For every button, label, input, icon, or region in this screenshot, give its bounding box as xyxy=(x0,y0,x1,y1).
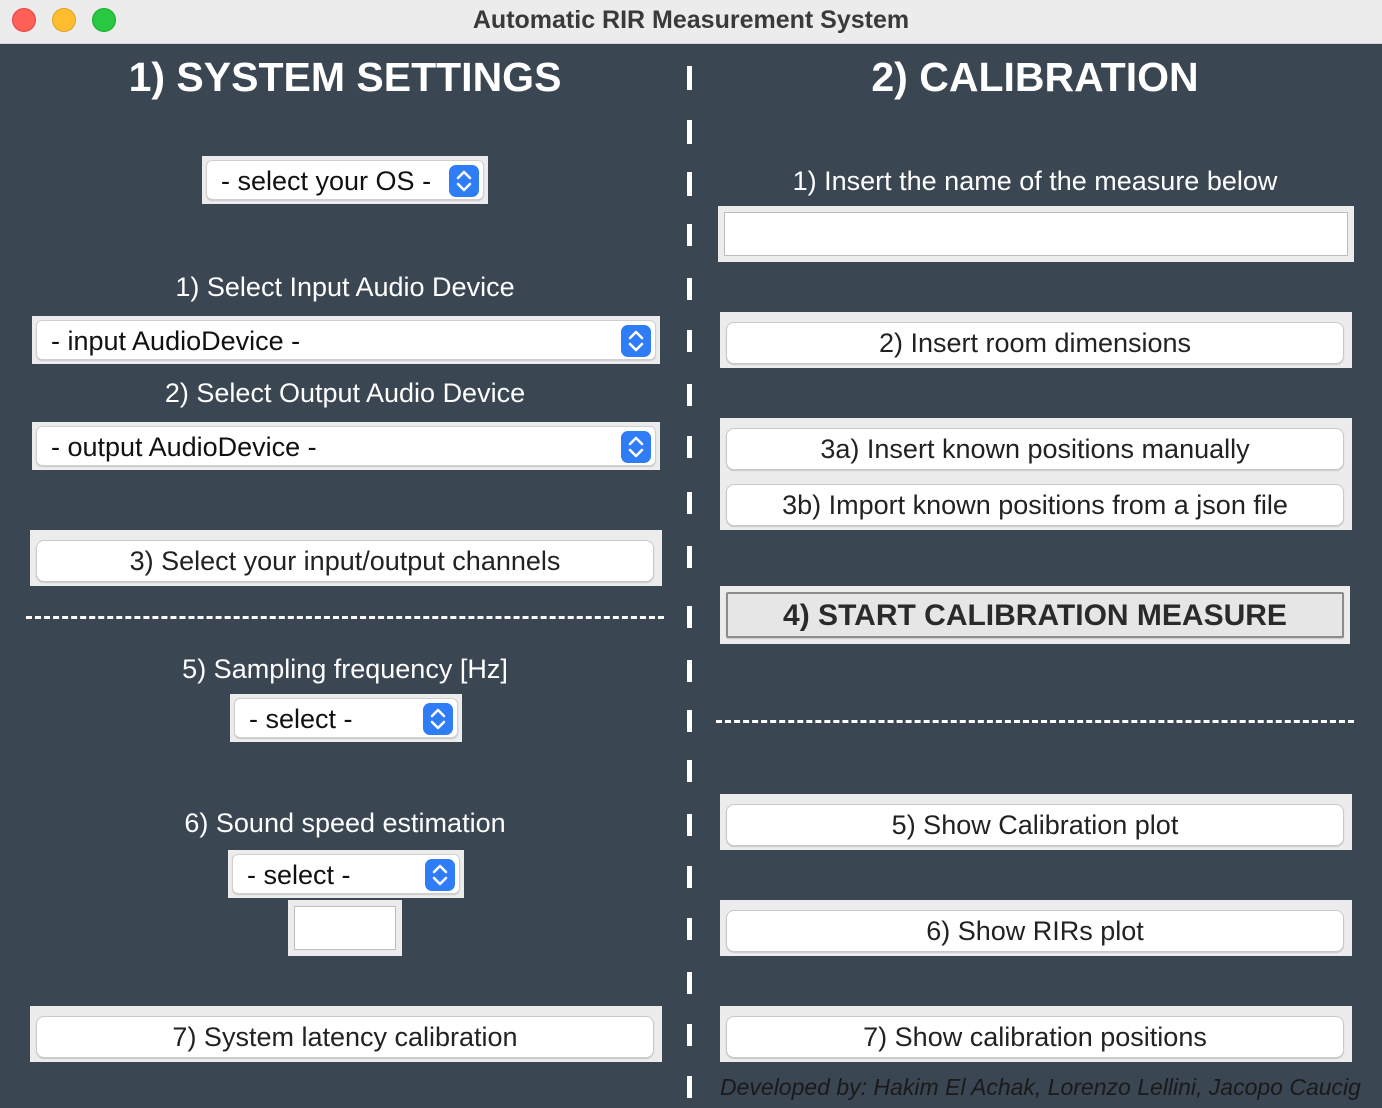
chevron-updown-icon xyxy=(621,325,651,357)
manual-positions-button[interactable]: 3a) Insert known positions manually xyxy=(726,428,1344,470)
sampling-frequency-label: 5) Sampling frequency [Hz] xyxy=(182,654,508,684)
rirs-plot-button[interactable]: 6) Show RIRs plot xyxy=(726,910,1344,952)
input-device-label: 1) Select Input Audio Device xyxy=(175,272,515,302)
chevron-updown-icon xyxy=(423,703,453,735)
latency-calibration-button[interactable]: 7) System latency calibration xyxy=(36,1016,654,1058)
sound-speed-field-frame xyxy=(288,900,402,956)
room-dimensions-button[interactable]: 2) Insert room dimensions xyxy=(726,322,1344,364)
channels-frame: 3) Select your input/output channels xyxy=(30,530,662,586)
right-separator xyxy=(716,720,1354,723)
output-device-frame: - output AudioDevice - xyxy=(32,422,660,470)
rirs-plot-frame: 6) Show RIRs plot xyxy=(720,900,1352,956)
calibration-positions-frame: 7) Show calibration positions xyxy=(720,1006,1352,1062)
calibration-heading: 2) CALIBRATION xyxy=(871,54,1199,100)
output-device-label: 2) Select Output Audio Device xyxy=(164,378,526,408)
sampling-frequency-value: - select - xyxy=(249,704,353,734)
latency-frame: 7) System latency calibration xyxy=(30,1006,662,1062)
os-select[interactable]: - select your OS - xyxy=(206,160,484,200)
sampling-frequency-frame: - select - xyxy=(230,694,462,742)
sound-speed-value: - select - xyxy=(247,860,351,890)
chevron-updown-icon xyxy=(449,165,479,197)
sampling-frequency-select[interactable]: - select - xyxy=(234,698,458,738)
os-select-value: - select your OS - xyxy=(221,166,432,196)
input-device-select[interactable]: - input AudioDevice - xyxy=(36,320,656,360)
title-bar: Automatic RIR Measurement System xyxy=(0,0,1382,44)
room-dimensions-frame: 2) Insert room dimensions xyxy=(720,312,1352,368)
start-calibration-button[interactable]: 4) START CALIBRATION MEASURE xyxy=(726,592,1344,638)
calibration-plot-button[interactable]: 5) Show Calibration plot xyxy=(726,804,1344,846)
calibration-positions-button[interactable]: 7) Show calibration positions xyxy=(726,1016,1344,1058)
select-channels-button[interactable]: 3) Select your input/output channels xyxy=(36,540,654,582)
calibration-plot-frame: 5) Show Calibration plot xyxy=(720,794,1352,850)
credits-text: Developed by: Hakim El Achak, Lorenzo Le… xyxy=(720,1074,1361,1100)
measure-name-field[interactable] xyxy=(724,212,1348,256)
window-title: Automatic RIR Measurement System xyxy=(472,6,910,34)
system-settings-heading: 1) SYSTEM SETTINGS xyxy=(128,54,562,100)
chevron-updown-icon xyxy=(425,859,455,891)
measure-name-label: 1) Insert the name of the measure below xyxy=(792,166,1278,196)
sound-speed-field[interactable] xyxy=(294,906,396,950)
measure-name-frame xyxy=(718,206,1354,262)
positions-frame: 3a) Insert known positions manually 3b) … xyxy=(720,418,1352,530)
left-separator xyxy=(26,616,664,619)
output-device-select[interactable]: - output AudioDevice - xyxy=(36,426,656,466)
input-device-value: - input AudioDevice - xyxy=(51,326,301,356)
sound-speed-select[interactable]: - select - xyxy=(232,854,460,894)
input-device-frame: - input AudioDevice - xyxy=(32,316,660,364)
sound-speed-frame: - select - xyxy=(228,850,464,898)
start-calibration-frame: 4) START CALIBRATION MEASURE xyxy=(720,586,1350,644)
chevron-updown-icon xyxy=(621,431,651,463)
import-positions-button[interactable]: 3b) Import known positions from a json f… xyxy=(726,484,1344,526)
sound-speed-label: 6) Sound speed estimation xyxy=(184,808,506,838)
output-device-value: - output AudioDevice - xyxy=(51,432,317,462)
os-select-frame: - select your OS - xyxy=(202,156,488,204)
